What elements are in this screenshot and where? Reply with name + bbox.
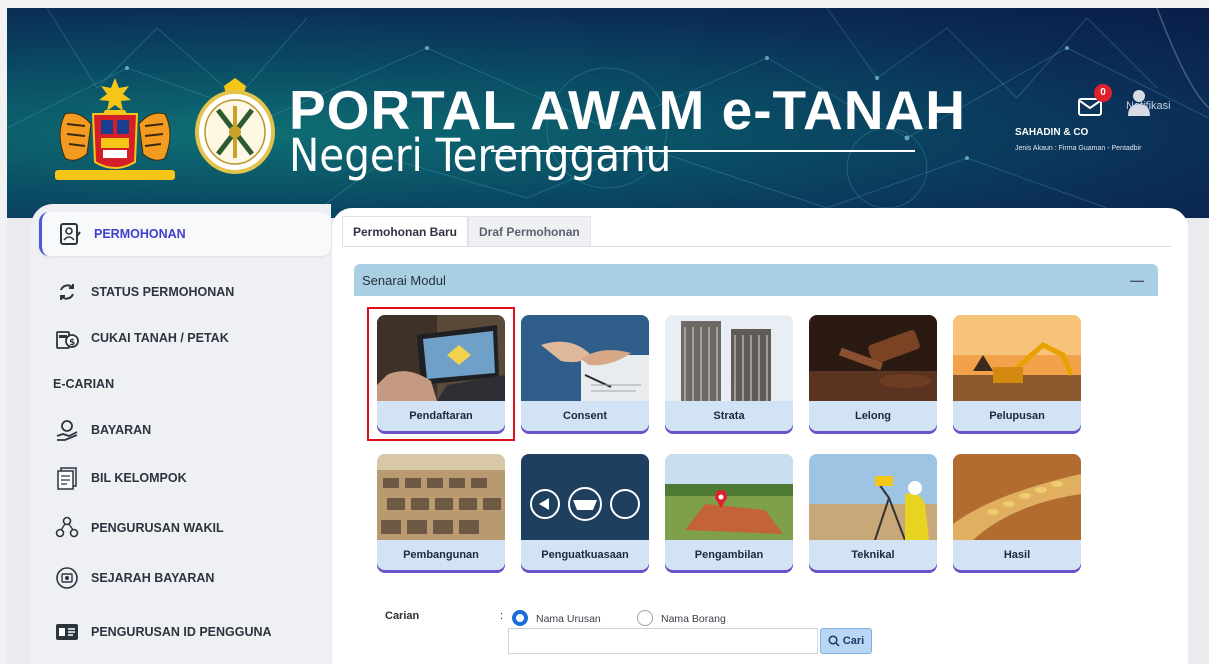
pengambilan-image bbox=[665, 454, 793, 540]
account-type: Jenis Akaun : Firma Guaman - Pentadbir bbox=[1015, 145, 1142, 152]
search-colon: : bbox=[500, 610, 504, 622]
people-network-icon bbox=[55, 516, 79, 540]
payment-hand-icon bbox=[55, 418, 79, 442]
sidebar-item-label: PENGURUSAN ID PENGGUNA bbox=[91, 625, 272, 639]
malaysia-coat-of-arms-logo bbox=[55, 78, 175, 180]
hasil-image bbox=[953, 454, 1081, 540]
sidebar-item-label: STATUS PERMOHONAN bbox=[91, 285, 235, 299]
radio-label-nama-borang: Nama Borang bbox=[661, 613, 726, 625]
sidebar-item-e-carian[interactable]: E-CARIAN bbox=[39, 362, 331, 406]
module-card-consent[interactable]: Consent bbox=[521, 315, 649, 431]
module-label: Hasil bbox=[953, 540, 1081, 570]
module-card-pengambilan[interactable]: Pengambilan bbox=[665, 454, 793, 570]
penguatkuasaan-image bbox=[521, 454, 649, 540]
notification-label[interactable]: Notifikasi bbox=[1126, 100, 1171, 112]
application-form-icon bbox=[58, 222, 82, 246]
module-label: Lelong bbox=[809, 401, 937, 431]
tax-money-icon: $ bbox=[55, 326, 79, 350]
module-label: Teknikal bbox=[809, 540, 937, 570]
sidebar-item-label: PERMOHONAN bbox=[94, 227, 186, 241]
tab-draf-permohonan[interactable]: Draf Permohonan bbox=[468, 216, 591, 246]
consent-image bbox=[521, 315, 649, 401]
module-card-hasil[interactable]: Hasil bbox=[953, 454, 1081, 570]
module-list-header: Senarai Modul — bbox=[354, 264, 1158, 296]
radio-nama-urusan[interactable] bbox=[512, 610, 528, 626]
module-label: Pembangunan bbox=[377, 540, 505, 570]
module-card-penguatkuasaan[interactable]: Penguatkuasaan bbox=[521, 454, 649, 570]
module-card-pelupusan[interactable]: Pelupusan bbox=[953, 315, 1081, 431]
sidebar-item-cukai-tanah[interactable]: $ CUKAI TANAH / PETAK bbox=[39, 316, 331, 360]
header-banner: PORTAL AWAM e-TANAH Negeri Terengganu 0 … bbox=[7, 8, 1209, 218]
module-label: Consent bbox=[521, 401, 649, 431]
company-name: SAHADIN & CO bbox=[1015, 127, 1089, 138]
sidebar-item-bayaran[interactable]: BAYARAN bbox=[39, 408, 331, 452]
title-divider bbox=[491, 150, 915, 152]
sidebar-item-permohonan[interactable]: PERMOHONAN bbox=[39, 212, 331, 256]
search-icon bbox=[828, 635, 840, 647]
module-card-strata[interactable]: Strata bbox=[665, 315, 793, 431]
sidebar-item-label: CUKAI TANAH / PETAK bbox=[91, 331, 229, 345]
module-label: Strata bbox=[665, 401, 793, 431]
radio-nama-borang[interactable] bbox=[637, 610, 653, 626]
pelupusan-image bbox=[953, 315, 1081, 401]
notification-badge: 0 bbox=[1094, 84, 1112, 102]
module-list-title: Senarai Modul bbox=[362, 272, 446, 288]
radio-label-nama-urusan: Nama Urusan bbox=[536, 613, 601, 625]
module-card-teknikal[interactable]: Teknikal bbox=[809, 454, 937, 570]
tab-divider bbox=[342, 246, 1172, 247]
id-card-icon bbox=[55, 620, 79, 644]
sidebar-item-label: E-CARIAN bbox=[53, 377, 115, 391]
svg-text:$: $ bbox=[69, 338, 75, 348]
strata-image bbox=[665, 315, 793, 401]
module-card-pembangunan[interactable]: Pembangunan bbox=[377, 454, 505, 570]
module-card-lelong[interactable]: Lelong bbox=[809, 315, 937, 431]
pembangunan-image bbox=[377, 454, 505, 540]
sidebar-item-pengurusan-wakil[interactable]: PENGURUSAN WAKIL bbox=[39, 506, 331, 550]
sidebar-item-label: BAYARAN bbox=[91, 423, 152, 437]
lelong-image bbox=[809, 315, 937, 401]
search-input[interactable] bbox=[508, 628, 818, 654]
tab-permohonan-baru[interactable]: Permohonan Baru bbox=[342, 216, 469, 246]
portal-subtitle: Negeri Terengganu bbox=[289, 129, 672, 182]
sidebar-item-label: BIL KELOMPOK bbox=[91, 471, 187, 485]
refresh-icon bbox=[55, 280, 79, 304]
app-window: PORTAL AWAM e-TANAH Negeri Terengganu 0 … bbox=[7, 8, 1209, 664]
module-label: Penguatkuasaan bbox=[521, 540, 649, 570]
sidebar-item-sejarah-bayaran[interactable]: SEJARAH BAYARAN bbox=[39, 556, 331, 600]
selected-module-highlight bbox=[367, 307, 515, 441]
teknikal-image bbox=[809, 454, 937, 540]
sidebar-item-pengurusan-id-pengguna[interactable]: PENGURUSAN ID PENGGUNA bbox=[39, 610, 331, 654]
tab-bar: Permohonan Baru Draf Permohonan bbox=[342, 216, 591, 246]
sidebar-item-label: PENGURUSAN WAKIL bbox=[91, 521, 224, 535]
search-button-label: Cari bbox=[842, 635, 865, 647]
sidebar-item-label: SEJARAH BAYARAN bbox=[91, 571, 215, 585]
collapse-button[interactable]: — bbox=[1130, 272, 1144, 288]
batch-bill-icon bbox=[55, 466, 79, 490]
sidebar-item-status-permohonan[interactable]: STATUS PERMOHONAN bbox=[39, 270, 331, 314]
module-label: Pengambilan bbox=[665, 540, 793, 570]
payment-history-icon bbox=[55, 566, 79, 590]
sidebar-item-bil-kelompok[interactable]: BIL KELOMPOK bbox=[39, 456, 331, 500]
terengganu-state-seal-logo bbox=[195, 78, 275, 174]
search-label: Carian bbox=[385, 610, 420, 622]
search-button[interactable]: Cari bbox=[820, 628, 872, 654]
module-label: Pelupusan bbox=[953, 401, 1081, 431]
sidebar: PERMOHONAN STATUS PERMOHONAN $ CUKAI TAN… bbox=[31, 204, 331, 664]
